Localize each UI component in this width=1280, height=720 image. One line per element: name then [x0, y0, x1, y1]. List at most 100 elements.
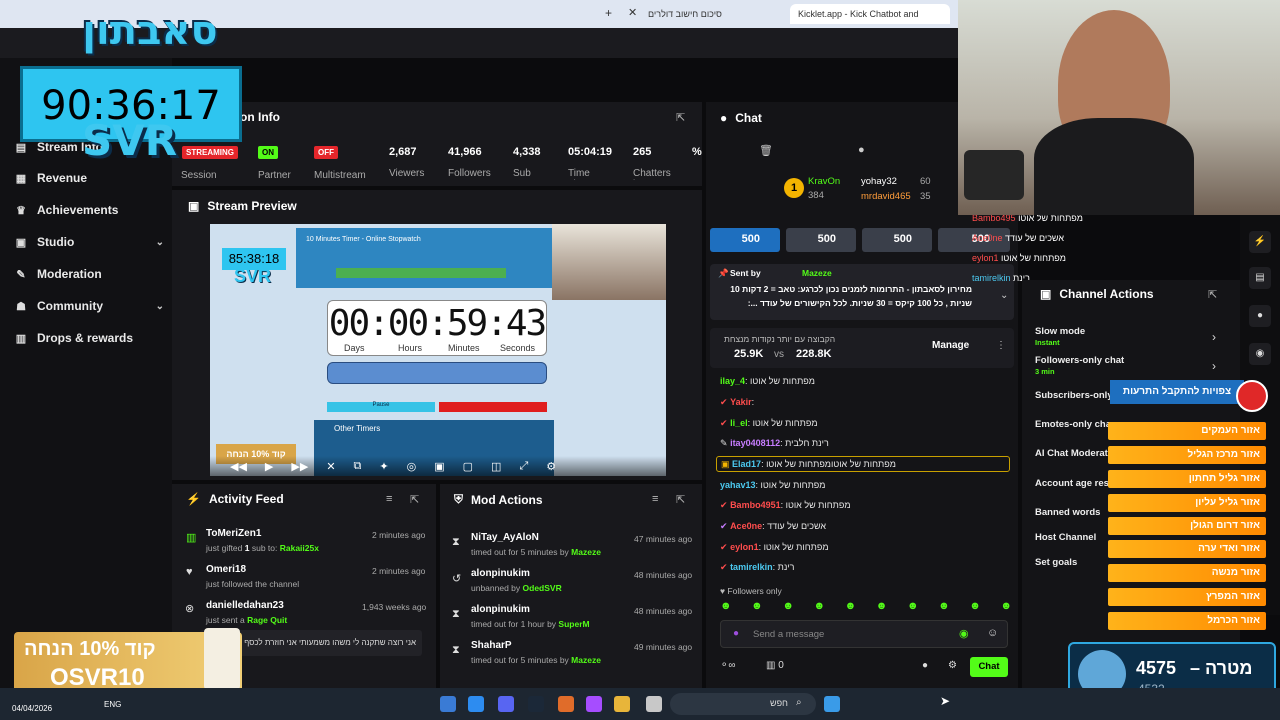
emote-icon[interactable]: ☻	[782, 600, 794, 614]
pinned-text: מחירון לסאבתון - התרומות לזמנים נכון לכר…	[730, 284, 972, 294]
gift-tile[interactable]: 500	[862, 228, 932, 252]
app-icon[interactable]	[558, 696, 574, 712]
emote-icon[interactable]: ☻	[969, 600, 981, 614]
close-icon[interactable]: ✕	[628, 6, 637, 19]
rewind-icon[interactable]: ◀◀	[230, 460, 247, 473]
action-ai-moderation[interactable]: AI Chat Moderat	[1035, 448, 1108, 459]
points-icon[interactable]: ⚬∞	[720, 660, 736, 671]
sidebar-item-revenue[interactable]: ▦ Revenue	[14, 167, 164, 189]
taskbar-language[interactable]: ENG	[104, 700, 121, 709]
filter-icon[interactable]: ≡	[652, 493, 658, 505]
trash-icon[interactable]: 🗑	[759, 144, 773, 157]
popout-icon[interactable]: ⇱	[1208, 288, 1217, 301]
gear-icon[interactable]: ⚙	[948, 660, 957, 671]
action-emotes-only[interactable]: Emotes-only cha	[1035, 419, 1111, 430]
gift-tile[interactable]: 500	[786, 228, 856, 252]
feed-username[interactable]: alonpinukim	[471, 568, 530, 579]
chevron-right-icon[interactable]: ›	[1212, 359, 1216, 373]
emote-icon[interactable]: ☻	[845, 600, 857, 614]
partner-label: Partner	[258, 170, 291, 181]
loop-icon[interactable]: ◎	[407, 460, 417, 473]
manage-button[interactable]: Manage	[932, 340, 969, 351]
feed-username[interactable]: danielledahan23	[206, 600, 284, 611]
streamer-shirt	[1034, 118, 1194, 215]
popout-icon[interactable]: ⇱	[676, 493, 685, 506]
chat-icon[interactable]: ●	[1249, 305, 1271, 327]
chat-settings-icon[interactable]: ●	[922, 660, 928, 671]
camera-icon[interactable]: ◫	[491, 460, 501, 473]
sidebar-item-achievements[interactable]: ♛ Achievements	[14, 199, 164, 221]
action-banned-words[interactable]: Banned words	[1035, 507, 1100, 518]
popout-icon[interactable]: ⇱	[676, 111, 685, 124]
emote-icon[interactable]: ☻	[813, 600, 825, 614]
emote-icon[interactable]: ☻	[751, 600, 763, 614]
popout-icon[interactable]: ⇱	[410, 493, 419, 506]
sidebar-item-studio[interactable]: ▣ Studio ⌄	[14, 231, 164, 253]
chevron-right-icon[interactable]: ›	[1212, 330, 1216, 344]
notes-icon[interactable]	[468, 696, 484, 712]
gift-tile[interactable]: 500	[710, 228, 780, 252]
settings-icon[interactable]: ⚙	[546, 460, 556, 473]
partner-badge: ON	[258, 146, 278, 159]
feed-time: 48 minutes ago	[634, 606, 693, 616]
action-slow-mode[interactable]: Slow mode	[1035, 326, 1085, 337]
sidebar-item-drops[interactable]: ▥ Drops & rewards	[14, 327, 164, 349]
sidebar-item-community[interactable]: ☗ Community ⌄	[14, 295, 164, 317]
emote-icon[interactable]: ☻	[907, 600, 919, 614]
browser-tab[interactable]: סיכום חישוב דולרים	[640, 4, 790, 24]
smile-icon[interactable]: ☺	[987, 627, 998, 639]
obs-icon[interactable]	[586, 696, 602, 712]
sidebar-item-moderation[interactable]: ✎ Moderation	[14, 263, 164, 285]
chevron-down-icon[interactable]: ⌄	[1000, 290, 1008, 301]
browser-tab-active[interactable]: Kicklet.app - Kick Chatbot and	[790, 4, 950, 24]
chat-message: ✔ tamirelkin: רינת	[720, 562, 795, 572]
window-icon[interactable]: ▢	[463, 460, 473, 473]
stat-label: Sub Counts	[513, 168, 545, 180]
svr-logo: SVR	[82, 116, 178, 165]
calculator-icon[interactable]	[440, 696, 456, 712]
send-chat-button[interactable]: Chat	[970, 657, 1008, 677]
stream-video[interactable]: 85:38:18 SVR 10 Minutes Timer - Online S…	[210, 224, 666, 476]
emote-icon[interactable]: ☻	[938, 600, 950, 614]
windows-start-icon[interactable]	[824, 696, 840, 712]
feed-username[interactable]: ShaharP	[471, 640, 512, 651]
taskbar-search[interactable]: חפש ⌕	[670, 693, 816, 715]
broadcast-icon[interactable]: ◉	[1249, 343, 1271, 365]
bolt-icon[interactable]: ⚡	[1249, 231, 1271, 253]
trash-icon[interactable]: ▤	[1249, 267, 1271, 289]
chat-bubble-icon[interactable]: ●	[858, 144, 865, 156]
feed-username[interactable]: Omeri18	[206, 564, 246, 575]
stat-value: %	[692, 146, 702, 158]
crop-icon[interactable]: ⧉	[354, 460, 362, 473]
action-subscribers-only[interactable]: Subscribers-only	[1035, 390, 1113, 401]
steam-icon[interactable]	[528, 696, 544, 712]
chat-message: ✔ Yakir:	[720, 397, 755, 407]
mute-icon[interactable]: ✕	[326, 460, 335, 473]
more-icon[interactable]: ⋮	[996, 340, 1006, 351]
action-host-channel[interactable]: Host Channel	[1035, 532, 1096, 543]
emote-icon[interactable]: ☻	[720, 600, 732, 614]
effects-icon[interactable]: ✦	[379, 460, 388, 473]
hourglass-icon: ⧗	[452, 536, 460, 548]
emote-icon[interactable]: ☻	[876, 600, 888, 614]
feed-username[interactable]: NiTay_AyAloN	[471, 532, 539, 543]
fullscreen-icon[interactable]: ⤢	[519, 460, 528, 473]
site-title: 10 Minutes Timer - Online Stopwatch	[306, 236, 421, 243]
feed-username[interactable]: ToMeriZen1	[206, 528, 261, 539]
forward-icon[interactable]: ▶▶	[291, 460, 308, 473]
new-tab-icon[interactable]: +	[605, 6, 612, 20]
action-followers-only[interactable]: Followers-only chat	[1035, 355, 1124, 366]
play-icon[interactable]: ▶	[265, 460, 273, 473]
action-account-age[interactable]: Account age rest	[1035, 478, 1112, 489]
feed-time: 2 minutes ago	[372, 566, 426, 576]
emote-picker-icon[interactable]: ◉	[959, 627, 969, 640]
filter-icon[interactable]: ≡	[386, 493, 392, 505]
chrome-icon[interactable]	[614, 696, 630, 712]
record-icon[interactable]: ▣	[434, 460, 444, 473]
folder-icon[interactable]	[646, 696, 662, 712]
action-set-goals[interactable]: Set goals	[1035, 557, 1077, 568]
emote-icon[interactable]: ☻	[1000, 600, 1012, 614]
discord-icon[interactable]	[498, 696, 514, 712]
chat-input[interactable]: ● Send a message ◉ ☺	[720, 620, 1008, 648]
feed-username[interactable]: alonpinukim	[471, 604, 530, 615]
